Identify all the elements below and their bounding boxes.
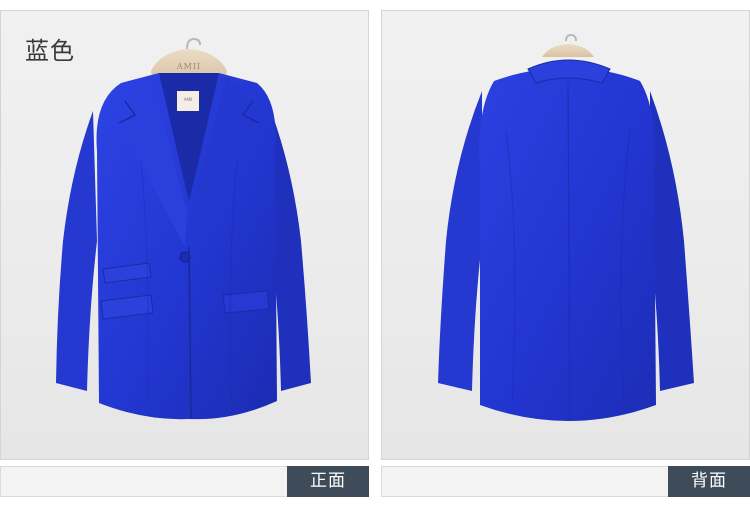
left-sleeve [56,111,97,391]
left-sleeve [438,91,482,391]
back-view-label: 背面 [668,466,750,497]
right-sleeve [650,91,694,391]
back-jacket-image [438,33,694,422]
front-view-label: 正面 [287,466,369,497]
front-jacket-image: AMII AMII [56,37,311,420]
front-view-panel: 蓝色 AMII AMII [0,10,369,460]
hanger-hook [186,37,201,50]
hanger-hook [565,33,577,42]
hanger-brand-text: AMII [176,62,201,71]
product-image-page: 蓝色 AMII AMII 正面 背面 [0,0,750,506]
right-sleeve [271,111,311,391]
back-view-panel [381,10,750,460]
wooden-hanger [542,44,594,57]
svg-text:AMII: AMII [184,97,193,102]
